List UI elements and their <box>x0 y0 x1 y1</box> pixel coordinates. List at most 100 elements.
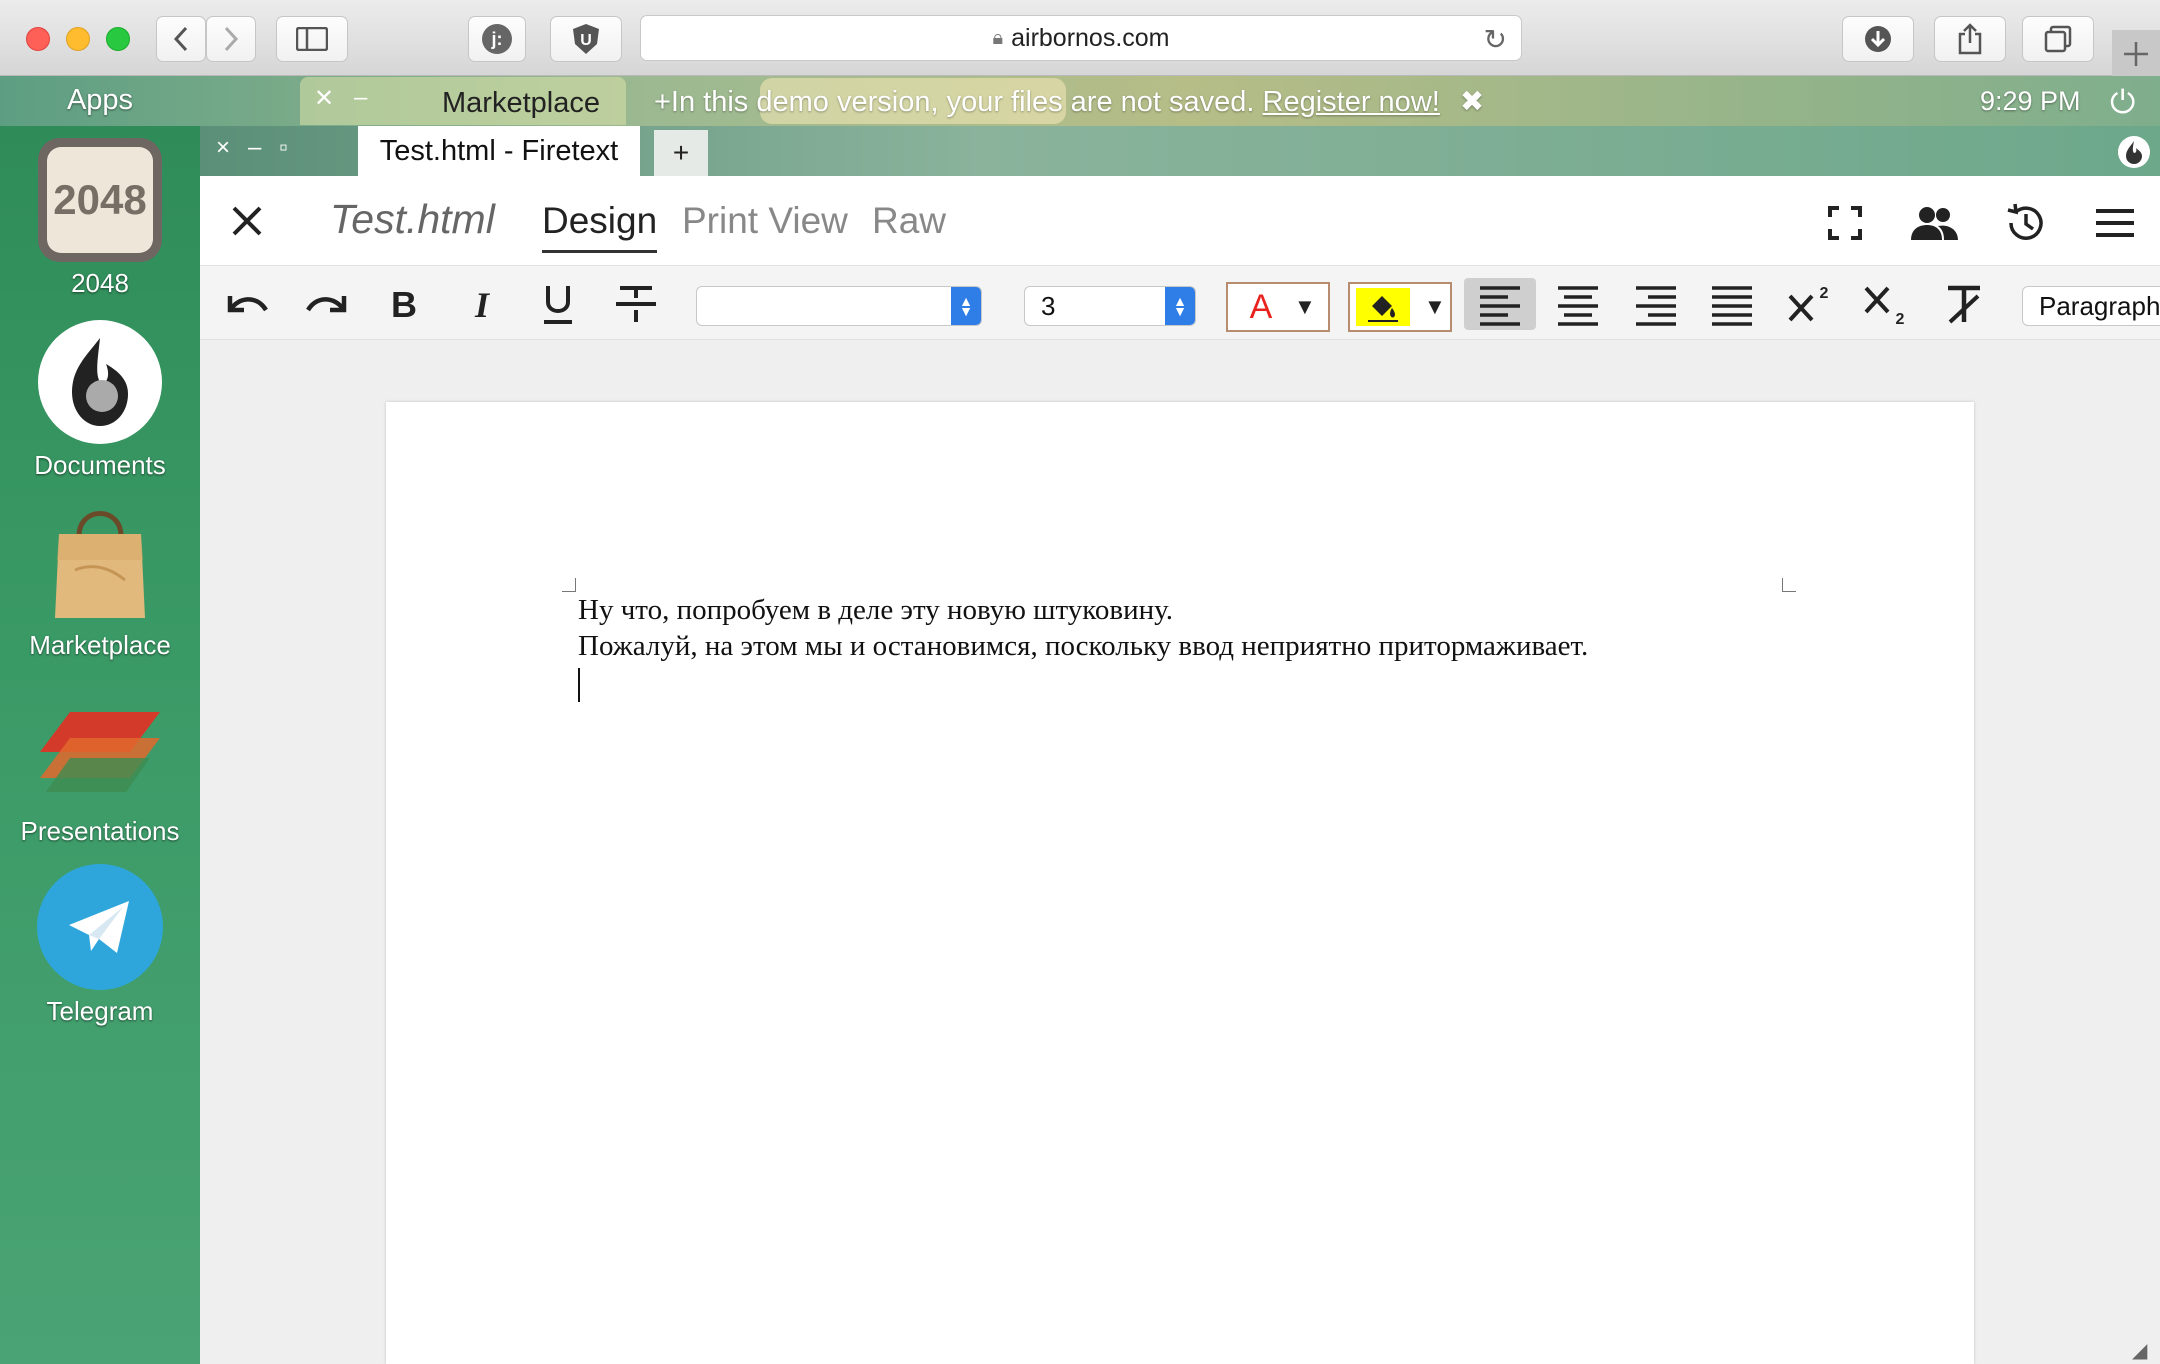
back-button[interactable] <box>156 16 206 62</box>
select-arrows-icon: ▲ ▼ <box>951 287 981 325</box>
superscript-button[interactable]: 2 <box>1784 278 1836 330</box>
app-label: Documents <box>34 450 166 480</box>
close-icon <box>232 206 262 236</box>
fullscreen-icon <box>1828 206 1862 240</box>
font-size-value: 3 <box>1041 290 1056 321</box>
app-telegram[interactable]: Telegram <box>0 864 200 1027</box>
redo-button[interactable] <box>300 278 352 330</box>
document-page[interactable] <box>386 402 1974 1364</box>
reload-icon[interactable]: ↻ <box>1484 23 1507 56</box>
menu-button[interactable] <box>2092 200 2138 246</box>
app-label: Presentations <box>20 816 180 846</box>
paragraph-style-value: Paragraph <box>2039 290 2160 321</box>
collaborate-button[interactable] <box>1908 200 1960 246</box>
new-tab-button[interactable] <box>2112 30 2160 76</box>
align-left-button[interactable] <box>1464 278 1536 330</box>
close-document-button[interactable] <box>224 198 270 244</box>
paragraph-style-select[interactable]: Paragraph <box>2022 286 2160 326</box>
presentation-layers-icon <box>30 700 170 810</box>
text-color-glyph: A <box>1249 287 1273 326</box>
tab-raw[interactable]: Raw <box>872 200 946 242</box>
downloads-button[interactable] <box>1842 16 1914 62</box>
register-link[interactable]: Register now! <box>1263 86 1440 118</box>
clear-formatting-button[interactable] <box>1938 278 1990 330</box>
address-bar[interactable]: 🔒︎ airbornos.com ↻ <box>640 15 1522 61</box>
history-button[interactable] <box>2002 200 2048 246</box>
download-icon <box>1865 26 1891 52</box>
share-button[interactable] <box>1934 16 2006 62</box>
document-title: Test.html <box>330 196 495 242</box>
app-documents[interactable]: Documents <box>0 320 200 481</box>
font-family-select[interactable]: ▲ ▼ <box>696 286 982 326</box>
underline-button[interactable] <box>532 278 584 330</box>
minimize-window-button[interactable] <box>66 27 90 51</box>
underline-icon <box>544 286 572 324</box>
align-center-button[interactable] <box>1552 278 1604 330</box>
apps-menu[interactable]: Apps <box>0 84 200 117</box>
demo-banner-text: +In this demo version, your files are no… <box>654 86 1255 118</box>
tab-design[interactable]: Design <box>542 200 658 253</box>
font-size-select[interactable]: 3 ▲ ▼ <box>1024 286 1196 326</box>
margin-corner-marker <box>1782 578 1796 592</box>
chevron-left-icon <box>173 26 188 52</box>
app-presentations[interactable]: Presentations <box>0 700 200 847</box>
app-2048[interactable]: 2048 2048 <box>0 138 200 299</box>
text-color-button[interactable]: A ▼ <box>1226 282 1330 332</box>
minimize-icon[interactable]: – <box>354 84 367 112</box>
bold-icon: B <box>391 284 417 324</box>
app-label: Telegram <box>46 996 154 1026</box>
align-center-icon <box>1558 286 1598 326</box>
resize-grip-icon[interactable]: ◢ <box>2132 1338 2147 1363</box>
people-icon <box>1911 207 1958 240</box>
bold-button[interactable]: B <box>378 278 430 330</box>
strikethrough-button[interactable] <box>610 278 662 330</box>
sidebar-toggle-button[interactable] <box>276 16 348 62</box>
text-caret <box>578 668 580 702</box>
lock-icon: 🔒︎ <box>992 26 1004 49</box>
extension-j-icon: j: <box>482 24 512 54</box>
hamburger-menu-icon <box>2096 209 2134 237</box>
paint-bucket-icon <box>1356 288 1410 326</box>
demo-banner: +In this demo version, your files are no… <box>654 84 1484 119</box>
align-justify-icon <box>1712 286 1752 326</box>
tabs-overview-button[interactable] <box>2022 16 2094 62</box>
tabs-icon <box>2044 25 2072 53</box>
banner-close-icon[interactable]: ✖ <box>1460 86 1484 118</box>
share-icon <box>1958 23 1982 55</box>
strikethrough-icon <box>616 286 656 322</box>
app-label: 2048 <box>71 268 129 298</box>
undo-button[interactable] <box>222 278 274 330</box>
zoom-window-button[interactable] <box>106 27 130 51</box>
extension-button-u[interactable]: U <box>550 16 622 62</box>
svg-text:2: 2 <box>1820 285 1829 302</box>
sidebar-icon <box>296 27 328 51</box>
extension-button-j[interactable]: j: <box>468 16 526 62</box>
align-right-button[interactable] <box>1630 278 1682 330</box>
svg-text:B: B <box>391 284 417 324</box>
italic-button[interactable]: I <box>456 278 508 330</box>
window-new-tab-button[interactable]: + <box>654 130 708 176</box>
fullscreen-button[interactable] <box>1822 200 1868 246</box>
forward-button[interactable] <box>206 16 256 62</box>
clear-format-icon <box>1948 285 1980 324</box>
justify-button[interactable] <box>1706 278 1758 330</box>
italic-icon: I <box>474 285 491 324</box>
svg-text:U: U <box>580 32 592 49</box>
align-right-icon <box>1636 286 1676 326</box>
close-window-button[interactable] <box>26 27 50 51</box>
redo-icon <box>306 296 347 313</box>
power-icon[interactable]: ⏻ <box>2110 84 2135 122</box>
subscript-icon: 2 <box>1864 286 1905 326</box>
document-body[interactable]: Ну что, попробуем в деле эту новую штуко… <box>578 592 1588 664</box>
app-marketplace[interactable]: Marketplace <box>0 500 200 661</box>
window-tab[interactable]: Test.html - Firetext <box>358 126 640 176</box>
align-left-icon <box>1480 286 1520 326</box>
highlight-color-button[interactable]: ▼ <box>1348 282 1452 332</box>
subscript-button[interactable]: 2 <box>1860 278 1912 330</box>
close-icon[interactable]: ✕ <box>314 84 334 113</box>
chevron-right-icon <box>224 26 239 52</box>
firetext-icon <box>38 320 162 444</box>
svg-text:j:: j: <box>491 29 503 49</box>
window-controls[interactable]: ×–▫ <box>216 134 306 162</box>
tab-print-view[interactable]: Print View <box>682 200 848 242</box>
